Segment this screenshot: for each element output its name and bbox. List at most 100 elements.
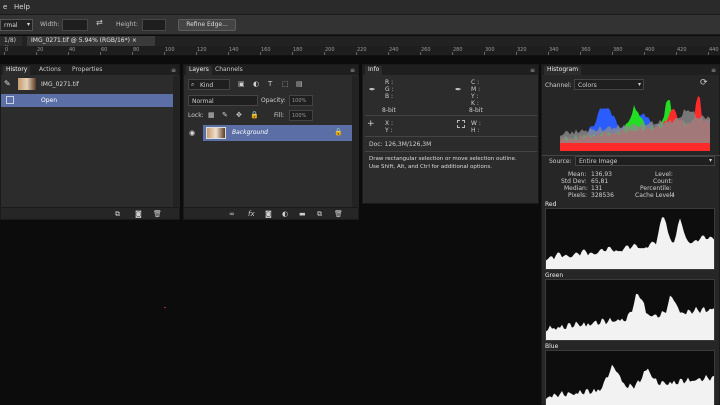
lock-transparent-icon[interactable]: ▦	[208, 111, 215, 119]
opacity-field[interactable]: 100%	[289, 95, 313, 106]
cache-level-value: 4	[671, 192, 675, 199]
smart-object-filter-icon[interactable]: ▤	[296, 80, 303, 88]
tab-history[interactable]: History	[3, 66, 31, 75]
shape-filter-icon[interactable]: ⬚	[282, 80, 289, 88]
refine-edge-button[interactable]: Refine Edge...	[178, 19, 236, 31]
ruler-tick-mark	[36, 52, 37, 55]
new-layer-icon[interactable]: ⧉	[317, 210, 322, 219]
refresh-icon[interactable]: ⟳	[700, 78, 708, 88]
ruler-tick-label: 360	[581, 47, 591, 53]
history-snapshot-row[interactable]: ✎ IMG_0271.tif	[1, 76, 173, 92]
blue-histogram-shape	[546, 364, 714, 405]
layer-thumbnail	[206, 127, 226, 139]
panel-menu-icon[interactable]: ≡	[350, 67, 355, 74]
info-g-label: G :	[385, 86, 394, 93]
channel-select[interactable]: Colors ▾	[574, 79, 644, 90]
blend-mode-select[interactable]: Normal	[188, 95, 258, 106]
ruler-tick-mark	[644, 52, 645, 55]
pixel-filter-icon[interactable]: ▣	[238, 80, 245, 88]
ruler-tick-label: 280	[453, 47, 463, 53]
red-channel-label: Red	[545, 201, 557, 208]
kind-filter-select[interactable]: ⌕ Kind	[188, 79, 230, 90]
tab-actions[interactable]: Actions	[36, 66, 64, 75]
info-panel: Info ≡ ✒ R : G : B : 8-bit ✒ C : M : Y :…	[362, 64, 539, 204]
ruler-tick-label: 160	[261, 47, 271, 53]
tab-info[interactable]: Info	[365, 66, 383, 75]
tab-channels[interactable]: Channels	[212, 66, 246, 75]
eye-icon[interactable]: ◉	[189, 129, 195, 137]
menu-bar: e Help	[0, 0, 720, 15]
folder-icon[interactable]: ▬	[299, 210, 306, 218]
info-y-label: Y :	[471, 93, 479, 100]
ruler-tick-label: 140	[229, 47, 239, 53]
ruler-tick-label: 420	[677, 47, 687, 53]
panel-menu-icon[interactable]: ≡	[530, 67, 535, 74]
ruler-tick-mark	[292, 52, 293, 55]
channel-value: Colors	[578, 82, 597, 89]
tab-img-0271[interactable]: IMG_0271.tif @ 5.94% (RGB/16*) ×	[27, 36, 155, 46]
info-divider	[365, 151, 537, 152]
layer-row-background[interactable]: ◉ Background 🔒	[186, 124, 353, 142]
fill-field[interactable]: 100%	[289, 110, 313, 121]
info-m-label: M :	[471, 86, 481, 93]
lock-all-icon[interactable]: 🔒	[250, 111, 259, 119]
red-histogram-shape	[546, 217, 714, 269]
ruler-tick-label: 80	[133, 47, 140, 53]
tool-hint-line2: Use Shift, Alt, and Ctrl for additional …	[369, 164, 492, 170]
style-select[interactable]: rmal ▾	[0, 19, 33, 31]
median-label: Median:	[564, 185, 588, 192]
source-select[interactable]: Entire Image ▾	[575, 156, 715, 166]
adjustment-layer-icon[interactable]: ◐	[282, 210, 288, 218]
colors-histogram	[560, 95, 710, 151]
ruler-tick-label: 120	[197, 47, 207, 53]
trash-icon[interactable]: 🗑	[153, 210, 162, 218]
menu-item-help[interactable]: Help	[14, 3, 30, 11]
history-scrollbar[interactable]	[173, 76, 180, 208]
link-icon[interactable]: ∞	[229, 210, 235, 218]
ruler-tick-label: 100	[165, 47, 175, 53]
info-panel-header: Info ≡	[363, 65, 538, 75]
type-filter-icon[interactable]: T	[268, 80, 272, 88]
layers-scrollbar[interactable]	[352, 76, 359, 208]
count-label: Count:	[653, 178, 673, 185]
cache-level-label: Cache Level:	[635, 192, 674, 199]
tab-previous-document[interactable]: 1/8) ×	[0, 36, 22, 51]
ruler-tick-label: 320	[517, 47, 527, 53]
history-step-open[interactable]: Open	[1, 94, 173, 107]
lock-image-icon[interactable]: ✎	[222, 111, 228, 119]
ruler-tick-label: 260	[421, 47, 431, 53]
new-document-from-state-icon[interactable]: ⧉	[115, 210, 120, 219]
info-r-label: R :	[385, 79, 394, 86]
layers-footer: ∞ fx ◙ ◐ ▬ ⧉ 🗑	[184, 207, 358, 219]
camera-icon[interactable]: ◙	[135, 210, 142, 218]
tool-hint-line1: Draw rectangular selection or move selec…	[369, 156, 517, 162]
menu-item-edit[interactable]: e	[3, 3, 7, 11]
chevron-down-icon: ▾	[26, 21, 30, 28]
info-k-label: K :	[471, 100, 479, 107]
width-field[interactable]	[62, 19, 88, 31]
tab-histogram[interactable]: Histogram	[544, 66, 582, 75]
panel-menu-icon[interactable]: ≡	[711, 67, 716, 74]
std-dev-label: Std Dev:	[561, 178, 587, 185]
chevron-down-icon: ▾	[708, 157, 712, 164]
height-field[interactable]	[142, 19, 166, 31]
crosshair-icon: +	[367, 119, 375, 129]
ruler-tick-label: 340	[549, 47, 559, 53]
swap-arrows-icon[interactable]: ⇄	[96, 18, 103, 27]
layer-name: Background	[232, 129, 268, 136]
history-brush-icon: ✎	[4, 79, 11, 88]
trash-icon[interactable]: 🗑	[334, 210, 343, 218]
adjustment-filter-icon[interactable]: ◐	[253, 80, 259, 88]
snapshot-label: IMG_0271.tif	[41, 81, 79, 88]
ruler-tick-mark	[676, 52, 677, 55]
fx-icon[interactable]: fx	[248, 210, 255, 218]
mask-icon[interactable]: ◙	[265, 210, 272, 218]
history-panel: History Actions Properties ≡ ✎ IMG_0271.…	[0, 64, 180, 220]
lock-position-icon[interactable]: ✥	[236, 111, 242, 119]
green-histogram-box	[545, 279, 715, 341]
ruler-tick-mark	[484, 52, 485, 55]
panel-menu-icon[interactable]: ≡	[171, 67, 176, 74]
tab-layers[interactable]: Layers	[186, 66, 212, 75]
ruler-tick-mark	[388, 52, 389, 55]
tab-properties[interactable]: Properties	[69, 66, 105, 75]
